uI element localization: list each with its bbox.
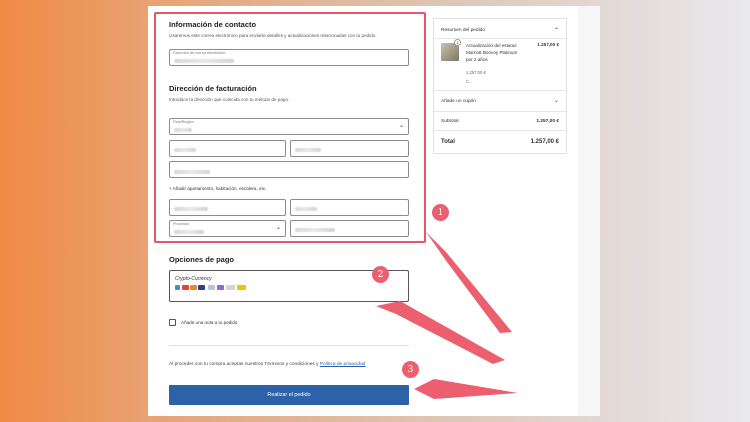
annotation-arrows <box>376 232 518 399</box>
arrow-3 <box>414 379 518 399</box>
annotation-marker-1: 1 <box>432 204 449 221</box>
arrow-1 <box>426 232 512 333</box>
annotation-marker-3: 3 <box>402 361 419 378</box>
annotation-marker-2: 2 <box>372 266 389 283</box>
